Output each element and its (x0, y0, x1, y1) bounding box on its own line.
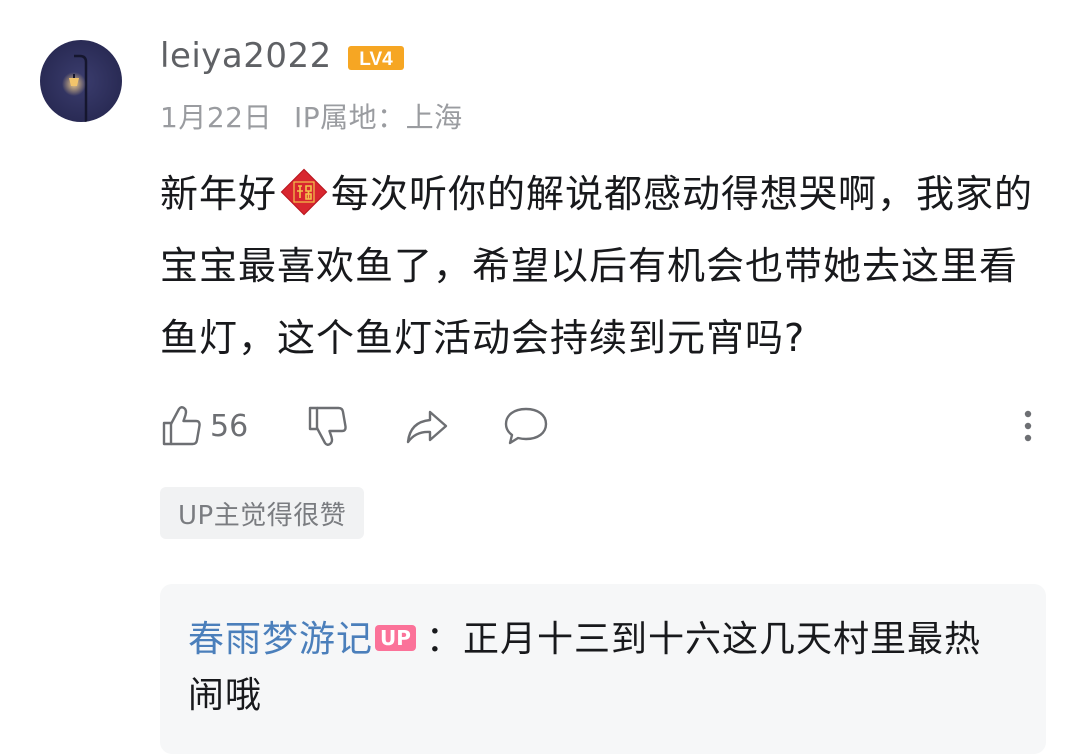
level-badge: LV4 (347, 46, 404, 70)
share-arrow-icon (406, 410, 448, 444)
reply-preview[interactable]: 春雨梦游记 UP ：正月十三到十六这几天村里最热闹哦 (160, 584, 1046, 754)
ip-location: IP属地：上海 (293, 101, 463, 134)
reply-content: 春雨梦游记 UP ：正月十三到十六这几天村里最热闹哦 (188, 612, 1008, 724)
fu-blessing-icon (280, 168, 328, 216)
thumbs-down-icon (308, 406, 347, 446)
share-button[interactable] (404, 400, 450, 452)
like-button[interactable]: 56 (160, 400, 248, 452)
comment-content: 新年好 每次听你的解说都感动得想哭啊，我家的宝宝最喜欢鱼了，希望以后有机会也带她… (160, 158, 1040, 374)
more-vertical-icon (1024, 410, 1032, 442)
comment-meta: 1月22日 IP属地：上海 (160, 96, 463, 136)
up-liked-tag: UP主觉得很赞 (160, 487, 365, 539)
reply-button[interactable] (502, 400, 550, 452)
avatar[interactable] (40, 40, 122, 122)
speech-bubble-icon (504, 407, 548, 445)
level-badge-text: LV4 (359, 49, 393, 70)
up-badge: UP (375, 625, 416, 651)
comment-date: 1月22日 (160, 101, 272, 134)
comment-header: leiya2022 LV4 (160, 36, 404, 76)
dislike-button[interactable] (306, 400, 350, 452)
comment-text-part1: 新年好 (160, 172, 278, 216)
username[interactable]: leiya2022 (160, 36, 332, 76)
reply-separator: ： (425, 619, 463, 660)
streetlamp-night-icon (40, 40, 122, 122)
like-count: 56 (210, 408, 249, 444)
comment-actions: 56 (160, 400, 1040, 452)
thumbs-up-icon (162, 406, 201, 446)
more-button[interactable] (1016, 400, 1040, 452)
reply-author[interactable]: 春雨梦游记 (188, 619, 373, 660)
